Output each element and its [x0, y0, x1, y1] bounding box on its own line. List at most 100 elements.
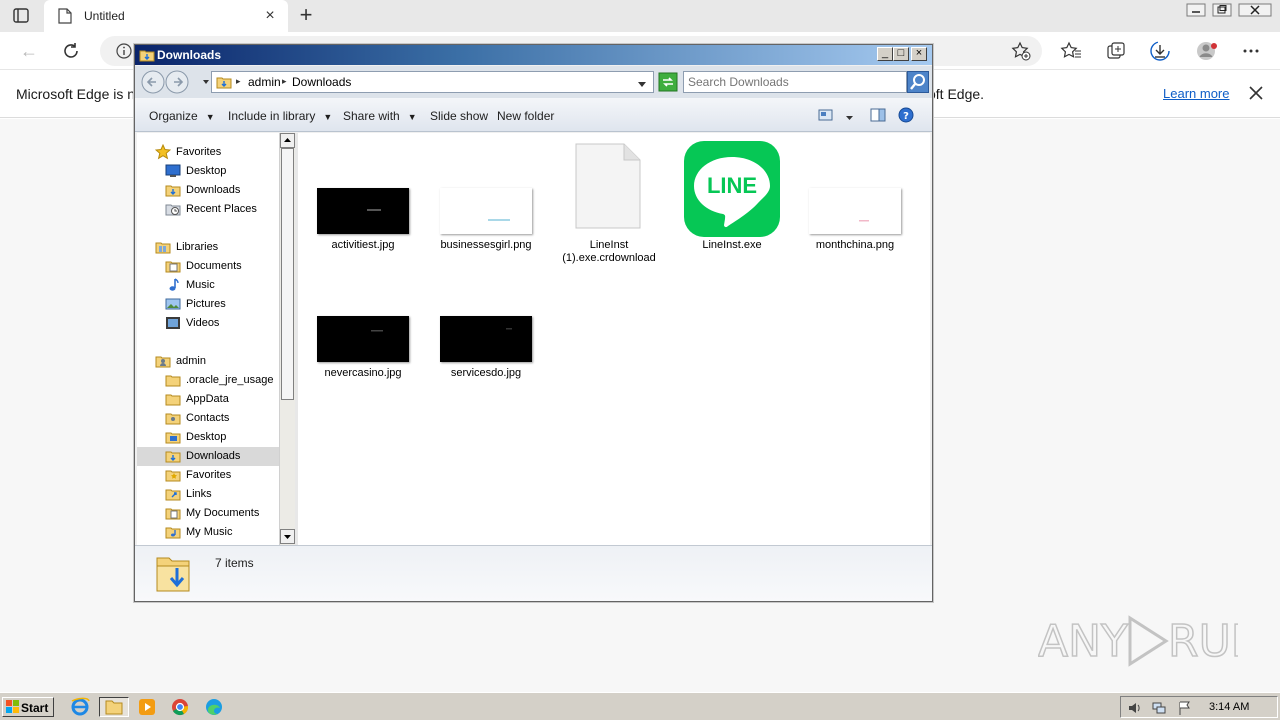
nav-libraries[interactable]: Libraries — [137, 238, 279, 257]
network-icon[interactable] — [1151, 700, 1167, 716]
navigation-scrollbar[interactable] — [279, 133, 295, 545]
volume-icon[interactable] — [1127, 700, 1143, 716]
change-view-icon[interactable] — [818, 108, 834, 122]
nav-admin[interactable]: admin — [137, 352, 279, 371]
edge-icon[interactable] — [202, 697, 226, 717]
system-tray: 3:14 AM — [1120, 696, 1278, 718]
tab-close-icon[interactable]: × — [262, 8, 278, 24]
nav-favorites-folder[interactable]: Favorites — [137, 466, 279, 485]
media-player-icon[interactable] — [135, 697, 159, 717]
action-center-flag-icon[interactable] — [1177, 700, 1193, 716]
nav-music[interactable]: Music — [137, 276, 279, 295]
collections-icon[interactable] — [1105, 40, 1127, 62]
breadcrumb[interactable]: ▸ admin ▸ Downloads — [211, 71, 654, 93]
nav-downloads-folder[interactable]: Downloads — [137, 447, 279, 466]
nav-appdata[interactable]: AppData — [137, 390, 279, 409]
start-button[interactable]: Start — [2, 697, 54, 717]
breadcrumb-downloads[interactable]: Downloads — [292, 75, 351, 89]
organize-button[interactable]: Organize ▼ — [149, 109, 215, 123]
new-tab-icon[interactable]: + — [294, 4, 318, 28]
chevron-right-icon[interactable]: ▸ — [236, 76, 241, 87]
command-bar: Organize ▼ Include in library ▼ Share with… — [135, 98, 932, 132]
recent-pages-dropdown-icon[interactable] — [201, 76, 211, 86]
file-item[interactable]: LINE LineInst.exe — [667, 141, 789, 273]
window-minimize-icon[interactable] — [1186, 3, 1206, 17]
preview-pane-icon[interactable] — [870, 108, 886, 122]
window-maximize-icon[interactable] — [1212, 3, 1232, 17]
explorer-navbar: ▸ admin ▸ Downloads — [135, 66, 932, 98]
file-item[interactable]: activitiest.jpg — [298, 143, 420, 273]
scroll-down-icon[interactable] — [280, 529, 295, 544]
refresh-icon[interactable] — [60, 40, 82, 62]
nav-desktop[interactable]: Desktop — [137, 162, 279, 181]
favorites-icon[interactable] — [1060, 40, 1082, 62]
nav-pictures[interactable]: Pictures — [137, 295, 279, 314]
back-forward-buttons[interactable] — [141, 70, 199, 94]
windows-logo-icon — [6, 700, 20, 714]
folder-icon — [216, 74, 232, 90]
nav-label: Favorites — [186, 469, 232, 481]
tab-actions-icon[interactable] — [10, 6, 32, 26]
nav-contacts[interactable]: Contacts — [137, 409, 279, 428]
explorer-maximize-button[interactable]: □ — [893, 47, 909, 61]
window-close-icon[interactable] — [1238, 3, 1272, 17]
include-in-library-button[interactable]: Include in library ▼ — [228, 109, 332, 123]
nav-recent-places[interactable]: Recent Places — [137, 200, 279, 219]
back-arrow-icon[interactable]: ← — [18, 40, 40, 62]
profile-avatar[interactable] — [1196, 40, 1218, 62]
file-item[interactable]: businessesgirl.png — [421, 143, 543, 273]
chevron-down-icon[interactable] — [637, 78, 647, 87]
refresh-icon[interactable] — [658, 72, 678, 92]
internet-explorer-icon[interactable] — [68, 697, 92, 717]
browser-tab[interactable]: Untitled × — [44, 0, 288, 32]
chevron-right-icon[interactable]: ▸ — [282, 76, 287, 87]
nav-links[interactable]: Links — [137, 485, 279, 504]
file-item[interactable]: nevercasino.jpg — [298, 271, 420, 401]
breadcrumb-admin[interactable]: admin — [248, 75, 281, 89]
search-field[interactable] — [683, 71, 907, 93]
user-folder-icon — [155, 353, 171, 369]
infobar-close-icon[interactable] — [1247, 84, 1265, 102]
light-image-thumbnail — [440, 188, 532, 234]
blank-file-icon — [575, 143, 641, 229]
nav-documents[interactable]: Documents — [137, 257, 279, 276]
nav-label: Contacts — [186, 412, 230, 424]
nav-label: Downloads — [186, 184, 241, 196]
line-app-icon: LINE — [684, 141, 780, 237]
file-item[interactable]: LineInst (1).exe.crdownload — [544, 143, 666, 273]
explorer-minimize-button[interactable]: _ — [877, 47, 893, 61]
help-icon[interactable]: ? — [898, 107, 914, 123]
explorer-close-button[interactable]: × — [911, 47, 927, 61]
window-title: Downloads — [157, 48, 222, 62]
nav-videos[interactable]: Videos — [137, 314, 279, 333]
folder-icon — [139, 47, 155, 63]
chevron-down-icon[interactable] — [845, 111, 854, 120]
more-options-icon[interactable] — [1240, 40, 1262, 62]
explorer-titlebar[interactable]: Downloads _ □ × — [135, 45, 932, 65]
nav-favorites[interactable]: Favorites — [137, 143, 279, 162]
search-input[interactable] — [688, 74, 898, 90]
downloads-icon[interactable] — [1149, 40, 1171, 62]
nav-my-documents[interactable]: My Documents — [137, 504, 279, 523]
nav-label: Favorites — [176, 146, 222, 158]
anyrun-watermark: ANY RUN — [1037, 606, 1264, 676]
nav-desktop-folder[interactable]: Desktop — [137, 428, 279, 447]
explorer-taskbar-icon[interactable] — [99, 697, 129, 717]
learn-more-link[interactable]: Learn more — [1163, 86, 1229, 101]
line-logo-text: LINE — [706, 173, 758, 198]
slide-show-button[interactable]: Slide show — [430, 109, 488, 123]
file-item[interactable]: servicesdo.jpg — [421, 271, 543, 401]
new-folder-button[interactable]: New folder — [497, 109, 554, 123]
nav-my-music[interactable]: My Music — [137, 523, 279, 542]
file-item[interactable]: monthchina.png — [790, 143, 912, 273]
nav-downloads[interactable]: Downloads — [137, 181, 279, 200]
scrollbar-thumb[interactable] — [281, 148, 294, 400]
chrome-icon[interactable] — [168, 697, 192, 717]
info-icon[interactable] — [116, 43, 132, 59]
share-with-button[interactable]: Share with ▼ — [343, 109, 417, 123]
add-favorite-icon[interactable] — [1010, 40, 1032, 62]
nav-oracle-jre-usage[interactable]: .oracle_jre_usage — [137, 371, 279, 390]
search-icon[interactable] — [907, 71, 929, 93]
scroll-up-icon[interactable] — [280, 133, 295, 148]
start-label: Start — [21, 701, 49, 715]
